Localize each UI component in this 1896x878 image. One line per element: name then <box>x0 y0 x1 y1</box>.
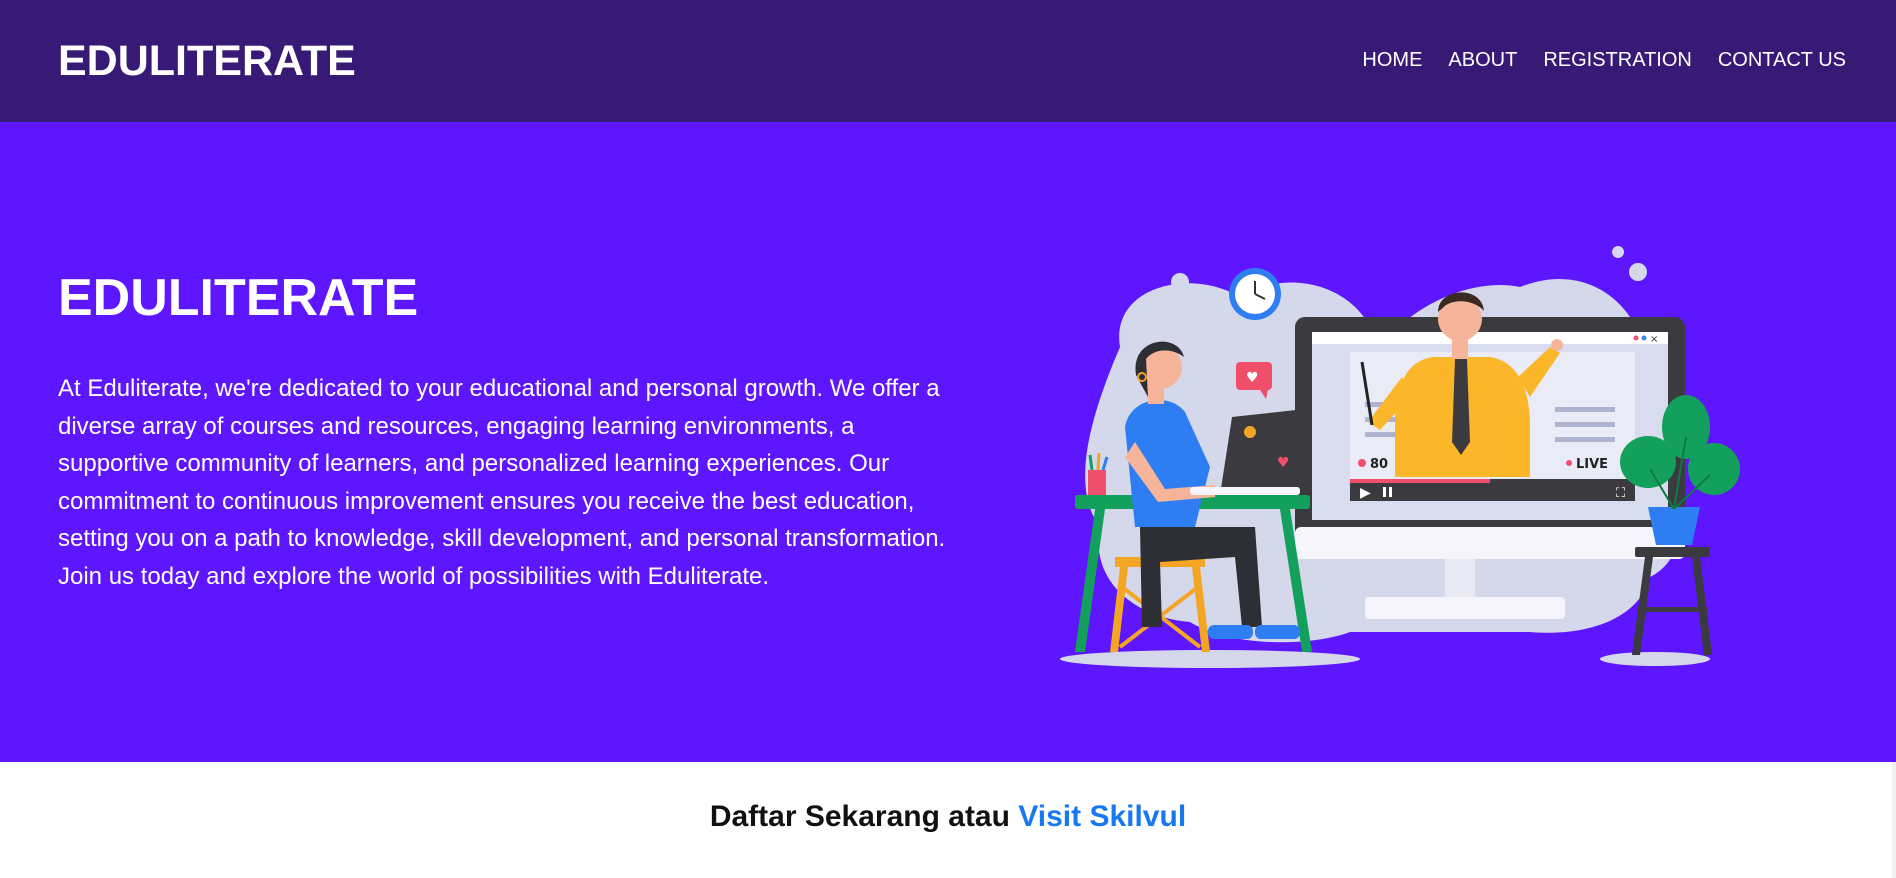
laptop-sticker <box>1244 426 1256 438</box>
hero-description: At Eduliterate, we're dedicated to your … <box>58 375 946 590</box>
nav-link-about[interactable]: ABOUT <box>1448 47 1517 73</box>
cta-banner: Daftar Sekarang atau Visit Skilvul <box>0 798 1896 836</box>
browser-toolbar <box>1312 332 1668 344</box>
visit-skilvul-link[interactable]: Visit Skilvul <box>1018 800 1186 833</box>
live-label: LIVE <box>1576 457 1608 472</box>
teacher-tie <box>1452 359 1470 455</box>
scrollbar-track[interactable] <box>1892 762 1896 878</box>
video-placeholder-line <box>1555 437 1615 442</box>
brand-logo-link[interactable]: EDULITERATE <box>58 36 356 86</box>
viewer-count: 80 <box>1370 457 1388 472</box>
monitor-chin <box>1295 527 1685 559</box>
main-nav: HOME ABOUT REGISTRATION CONTACT US <box>1362 47 1846 73</box>
stool-top <box>1635 547 1710 557</box>
hero-title: EDULITERATE <box>58 269 419 327</box>
decor-bubble <box>1171 273 1189 291</box>
play-icon: ▶ <box>1360 485 1371 501</box>
video-progress-fill <box>1350 479 1490 483</box>
video-placeholder-line <box>1555 422 1615 427</box>
floor-shadow <box>1060 650 1360 668</box>
pause-icon <box>1383 487 1386 497</box>
teacher-hand <box>1551 339 1563 351</box>
browser-dot-icon <box>1633 335 1639 341</box>
decor-bubble <box>1629 263 1647 281</box>
decor-bubble <box>1155 292 1165 302</box>
desk-leg <box>1075 509 1105 652</box>
plant-pot <box>1648 507 1700 545</box>
nav-link-registration[interactable]: REGISTRATION <box>1543 47 1692 73</box>
viewer-icon <box>1358 459 1366 467</box>
live-dot-icon <box>1566 460 1572 466</box>
monitor-base <box>1365 597 1565 619</box>
laptop-screen <box>1220 409 1305 495</box>
stool-brace <box>1638 607 1708 612</box>
fullscreen-icon: ⛶ <box>1615 486 1626 501</box>
nav-link-home[interactable]: HOME <box>1362 47 1422 73</box>
pencil <box>1088 454 1094 471</box>
pencil <box>1096 452 1101 471</box>
top-navbar: EDULITERATE HOME ABOUT REGISTRATION CONT… <box>0 0 1896 122</box>
student-shoe <box>1255 625 1300 639</box>
pause-icon <box>1389 487 1392 497</box>
video-placeholder-line <box>1555 407 1615 412</box>
decor-bubble <box>1612 246 1624 258</box>
laptop-heart-icon: ♥ <box>1277 455 1290 471</box>
browser-dot-icon <box>1641 335 1647 341</box>
laptop-base <box>1190 487 1300 495</box>
heart-icon: ♥ <box>1246 370 1259 386</box>
close-icon: × <box>1650 334 1658 345</box>
stool-leg <box>1692 557 1712 655</box>
floor-shadow <box>1600 652 1710 666</box>
nav-link-contact-us[interactable]: CONTACT US <box>1718 47 1846 73</box>
student-shoe <box>1208 625 1253 639</box>
hero-section: EDULITERATE At Eduliterate, we're dedica… <box>0 122 1896 762</box>
online-learning-illustration: × ▶ ⛶ 80 LIVE ♥ ♥ <box>1060 246 1740 668</box>
pencil-cup <box>1088 470 1106 495</box>
cta-text: Daftar Sekarang atau <box>709 800 1010 833</box>
